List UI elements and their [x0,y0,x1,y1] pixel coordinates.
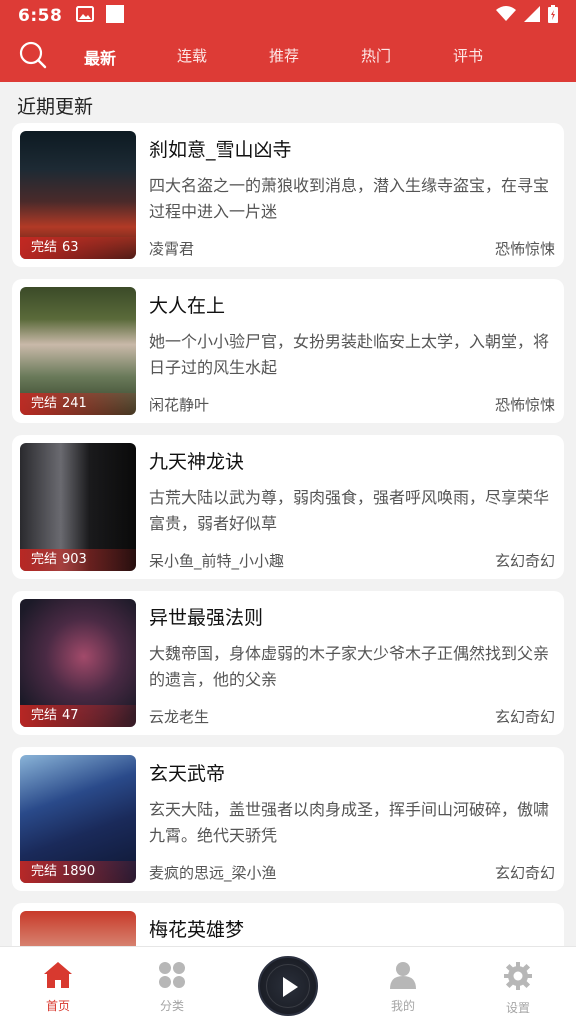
book-author: 呆小鱼_前特_小小趣 [149,552,285,570]
now-playing-button[interactable] [258,956,318,1016]
cover-status: 完结 [31,708,58,723]
book-author: 云龙老生 [149,708,210,726]
cover-status-tag: 完结 63 [20,237,136,259]
cover-episode-count: 241 [62,396,87,411]
section-title: 近期更新 [17,96,94,118]
book-card[interactable]: 完结 1890 玄天武帝 玄天大陆，盖世强者以肉身成圣，挥手间山河破碎，傲啸九霄。… [12,747,564,891]
cover-status-tag: 完结 1890 [20,861,136,883]
cover-status-tag: 完结 903 [20,549,136,571]
book-description: 大魏帝国，身体虚弱的木子家大少爷木子正偶然找到父亲的遗言，他的父亲 [149,644,550,689]
tab-storytelling[interactable]: 评书 [422,45,514,69]
book-genre: 恐怖惊悚 [494,240,555,258]
battery-icon [548,5,558,27]
book-card[interactable]: 完结 241 大人在上 她一个小小验尸官，女扮男装赴临安上太学，入朝堂，将日子过的… [12,279,564,423]
book-card[interactable]: 完结 903 九天神龙诀 古荒大陆以武为尊，弱肉强食，强者呼风唤雨，尽享荣华富贵，… [12,435,564,579]
nav-home-label: 首页 [45,999,70,1013]
nav-profile-label: 我的 [390,999,415,1013]
nav-settings-label: 设置 [505,1001,530,1015]
nav-category[interactable]: 分类 [132,961,212,1014]
book-title: 刹如意_雪山凶寺 [149,139,292,161]
profile-icon [388,962,418,993]
tab-serializing[interactable]: 连载 [146,45,238,69]
tab-recommended[interactable]: 推荐 [238,45,330,69]
signal-icon [524,6,540,26]
nav-profile[interactable]: 我的 [363,961,443,1014]
cover-status-tag: 完结 47 [20,705,136,727]
book-title: 九天神龙诀 [149,451,245,473]
cover-episode-count: 63 [62,240,79,255]
book-title: 大人在上 [149,295,226,317]
nav-home[interactable]: 首页 [18,961,98,1014]
cover-episode-count: 47 [62,708,79,723]
cover-status-tag: 完结 241 [20,393,136,415]
book-card[interactable]: 完结 47 异世最强法则 大魏帝国，身体虚弱的木子家大少爷木子正偶然找到父亲的遗言… [12,591,564,735]
book-cover: 完结 47 [20,599,136,727]
book-genre: 玄幻奇幻 [494,864,555,882]
book-list: 完结 63 刹如意_雪山凶寺 四大名盗之一的萧狼收到消息，潜入生缘寺盗宝，在寻宝过… [12,123,564,1024]
nav-category-label: 分类 [159,999,184,1013]
nav-settings[interactable]: 设置 [478,961,558,1016]
category-icon [157,962,187,993]
search-button[interactable] [15,39,51,75]
wifi-icon [496,6,516,26]
book-genre: 玄幻奇幻 [494,708,555,726]
search-icon [18,40,48,74]
book-title: 玄天武帝 [149,763,226,785]
book-cover: 完结 241 [20,287,136,415]
cover-status: 完结 [31,864,58,879]
book-description: 四大名盗之一的萧狼收到消息，潜入生缘寺盗宝，在寻宝过程中进入一片迷 [149,176,550,221]
top-nav: 最新 连载 推荐 热门 评书 [0,32,576,82]
book-description: 玄天大陆，盖世强者以肉身成圣，挥手间山河破碎，傲啸九霄。绝代天骄凭 [149,800,550,845]
book-cover: 完结 1890 [20,755,136,883]
status-bar: 6:58 [0,0,576,32]
book-author: 凌霄君 [149,240,195,258]
book-title: 异世最强法则 [149,607,264,629]
cover-status: 完结 [31,240,58,255]
book-genre: 恐怖惊悚 [494,396,555,414]
book-genre: 玄幻奇幻 [494,552,555,570]
book-cover: 完结 903 [20,443,136,571]
book-author: 麦疯的思远_梁小渔 [149,864,277,882]
book-description: 她一个小小验尸官，女扮男装赴临安上太学，入朝堂，将日子过的风生水起 [149,332,550,377]
book-title: 梅花英雄梦 [149,919,245,941]
tab-latest[interactable]: 最新 [54,45,146,69]
book-author: 闲花静叶 [149,396,210,414]
gallery-notification-icon [76,6,95,26]
settings-icon [503,962,533,995]
cover-episode-count: 1890 [62,864,96,879]
book-cover: 完结 63 [20,131,136,259]
status-time: 6:58 [18,6,63,26]
book-card[interactable]: 完结 63 刹如意_雪山凶寺 四大名盗之一的萧狼收到消息，潜入生缘寺盗宝，在寻宝过… [12,123,564,267]
cover-status: 完结 [31,396,58,411]
tab-popular[interactable]: 热门 [330,45,422,69]
book-description: 古荒大陆以武为尊，弱肉强食，强者呼风唤雨，尽享荣华富贵，弱者好似草 [149,488,550,533]
cover-episode-count: 903 [62,552,87,567]
nav-tabs: 最新 连载 推荐 热门 评书 [51,45,576,69]
home-icon [43,962,73,993]
square-notification-icon [106,5,125,27]
cover-status: 完结 [31,552,58,567]
